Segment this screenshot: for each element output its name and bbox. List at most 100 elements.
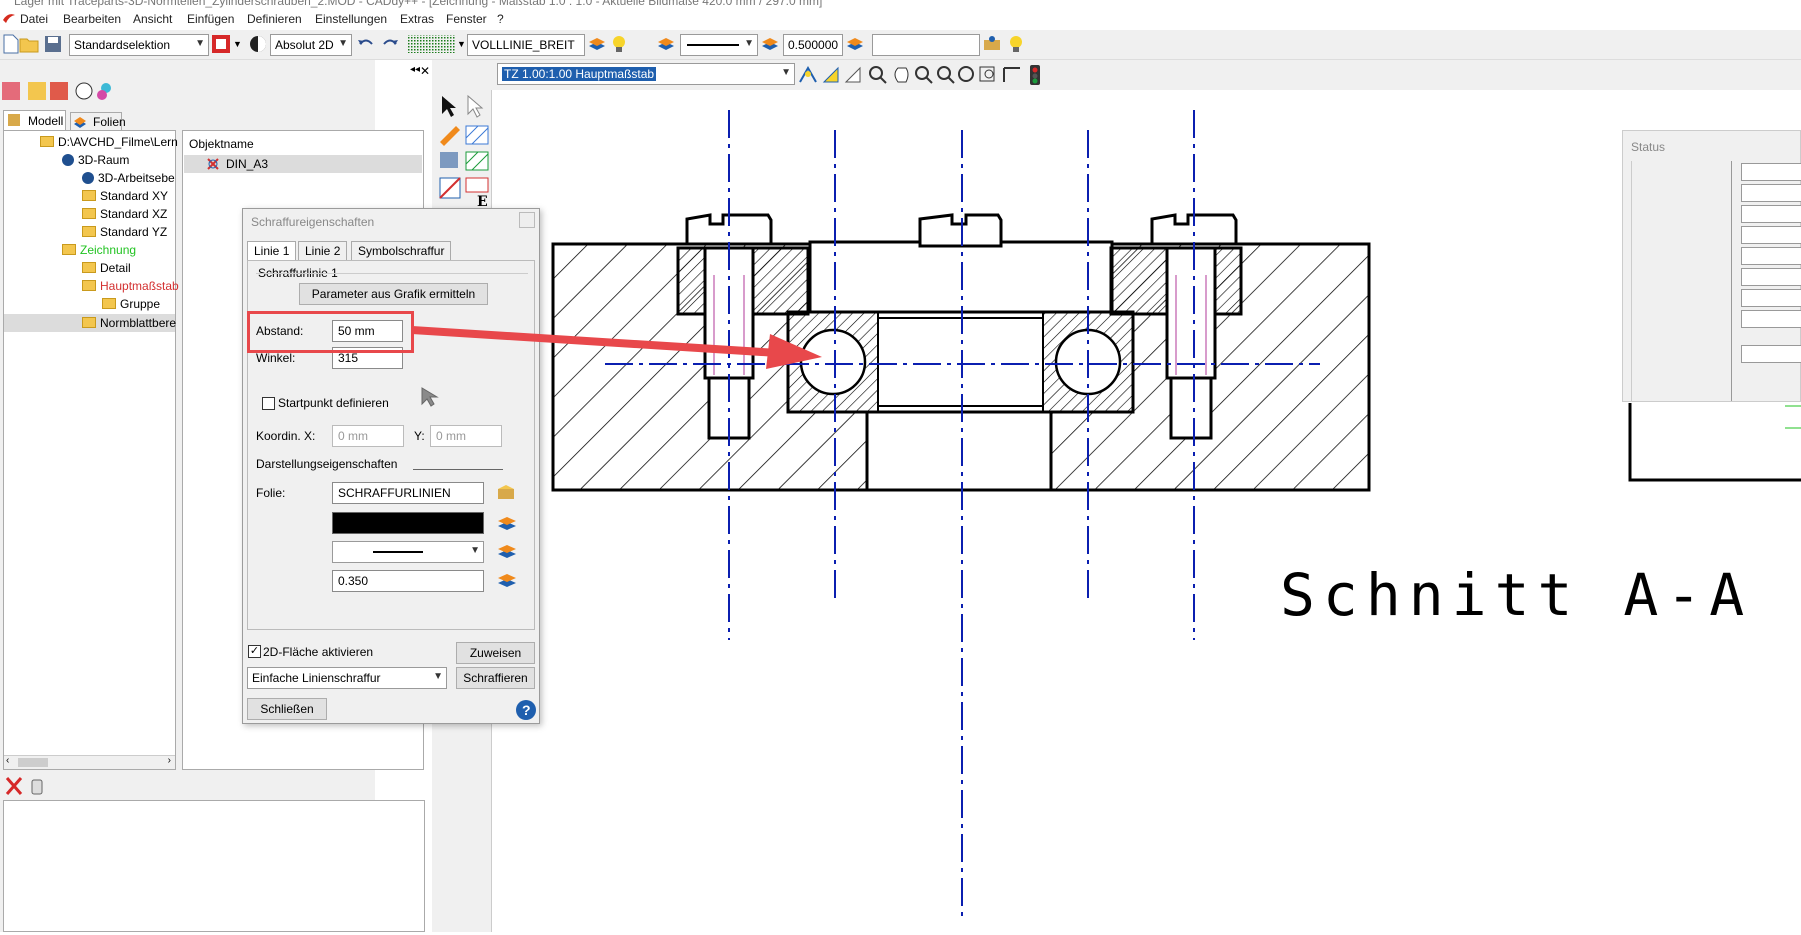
- menu-bearbeiten[interactable]: Bearbeiten: [63, 12, 121, 26]
- tab-linie-2[interactable]: Linie 2: [298, 241, 348, 261]
- close-button[interactable]: Schließen: [247, 698, 327, 720]
- menu-definieren[interactable]: Definieren: [247, 12, 302, 26]
- layer-icon[interactable]: [496, 513, 518, 533]
- coordinate-mode-select[interactable]: Absolut 2D ▼: [270, 34, 352, 56]
- view-tools: [799, 65, 1040, 85]
- divider: [256, 273, 528, 274]
- tab-modell[interactable]: Modell: [3, 110, 66, 130]
- folie-label: Folie:: [256, 486, 286, 500]
- tree-item-standard-xz[interactable]: Standard XZ: [82, 207, 167, 221]
- layer-icon[interactable]: [496, 570, 518, 590]
- line-width-field[interactable]: 0.500000: [783, 34, 843, 56]
- layer-manager-icon[interactable]: [982, 34, 1002, 54]
- status-fields: [1741, 163, 1801, 363]
- tab-folien[interactable]: Folien: [70, 112, 126, 130]
- text-edit-icon: E: [465, 177, 489, 210]
- zoom-extents-icon: [979, 66, 995, 82]
- scroll-right-icon[interactable]: ›: [168, 755, 171, 766]
- open-folder-icon[interactable]: [19, 34, 39, 54]
- startpunkt-label: Startpunkt definieren: [278, 396, 389, 410]
- menu-help[interactable]: ?: [497, 12, 504, 26]
- tree-item-gruppe[interactable]: Gruppe: [102, 297, 160, 311]
- layer-icon[interactable]: [496, 541, 518, 561]
- selection-mode-select[interactable]: Standardselektion ▼: [69, 34, 209, 56]
- horizontal-scrollbar[interactable]: ‹ ›: [4, 755, 175, 769]
- layer-icon: [74, 117, 86, 128]
- folder-icon: [82, 262, 96, 273]
- layer-icon[interactable]: [656, 34, 676, 54]
- drawing-sheet-icon: [207, 158, 219, 170]
- coordinate-icon[interactable]: [248, 34, 268, 54]
- status-field[interactable]: [1741, 345, 1801, 363]
- tree-item-standard-xy[interactable]: Standard XY: [82, 189, 168, 203]
- line-style-select[interactable]: ▼: [680, 34, 758, 56]
- koordin-x-input[interactable]: 0 mm: [332, 425, 404, 447]
- save-icon[interactable]: [43, 34, 63, 54]
- close-icon[interactable]: ✕: [420, 64, 430, 78]
- line-type-field[interactable]: VOLLLINIE_BREIT: [467, 34, 585, 56]
- select-rectangle-icon[interactable]: [211, 34, 231, 54]
- redo-icon[interactable]: [380, 34, 400, 54]
- line-style-select[interactable]: ▼: [332, 541, 484, 563]
- model-tree: D:\AVCHD_Filme\Lern 3D-Raum 3D-Arbeitseb…: [3, 130, 179, 770]
- startpunkt-checkbox[interactable]: [262, 397, 275, 410]
- chevron-down-icon[interactable]: ▼: [233, 39, 242, 49]
- menu-fenster[interactable]: Fenster: [446, 12, 487, 26]
- layer-icon[interactable]: [845, 34, 865, 54]
- menu-einstellungen[interactable]: Einstellungen: [315, 12, 387, 26]
- menu-einfuegen[interactable]: Einfügen: [187, 12, 234, 26]
- koordin-x-label: Koordin. X:: [256, 429, 316, 443]
- undo-icon[interactable]: [356, 34, 376, 54]
- window-titlebar: Lager mit Traceparts-3D-Normteilen_Zylin…: [0, 0, 1801, 8]
- dialog-close-button[interactable]: [519, 212, 535, 228]
- flaeche-checkbox[interactable]: ✓: [248, 645, 261, 658]
- menu-datei[interactable]: Datei: [20, 12, 48, 26]
- grid-origin-icon: [1003, 67, 1020, 82]
- tree-item-hauptmassstab[interactable]: Hauptmaßstab: [82, 279, 179, 293]
- lightbulb-icon[interactable]: [1006, 34, 1026, 54]
- layer-select-icon[interactable]: [496, 483, 518, 503]
- text-field[interactable]: [872, 34, 980, 56]
- tab-linie-1[interactable]: Linie 1: [247, 241, 297, 261]
- layer-icon[interactable]: [760, 34, 780, 54]
- status-title: Status: [1631, 140, 1666, 154]
- tree-item-detail[interactable]: Detail: [82, 261, 131, 275]
- schraffieren-button[interactable]: Schraffieren: [456, 667, 535, 689]
- help-icon[interactable]: ?: [515, 699, 537, 721]
- list-item[interactable]: DIN_A3: [184, 155, 422, 173]
- tree-item-standard-yz[interactable]: Standard YZ: [82, 225, 167, 239]
- layer-icon[interactable]: [587, 34, 607, 54]
- abstand-highlight: [247, 311, 414, 353]
- status-panel: Status: [1622, 130, 1801, 402]
- drawing-canvas[interactable]: Schnitt A-A: [494, 90, 1801, 932]
- pin-icon[interactable]: ◂◂: [410, 64, 420, 75]
- param-from-graphic-button[interactable]: Parameter aus Grafik ermitteln: [299, 283, 488, 305]
- zuweisen-button[interactable]: Zuweisen: [456, 642, 535, 664]
- tree-item-zeichnung[interactable]: Zeichnung: [62, 243, 136, 257]
- tools-icon: [440, 152, 458, 168]
- line-width-input[interactable]: 0.350: [332, 570, 484, 592]
- lightbulb-icon[interactable]: [609, 34, 629, 54]
- color-field[interactable]: [332, 512, 484, 534]
- menu-extras[interactable]: Extras: [400, 12, 434, 26]
- scroll-left-icon[interactable]: ‹: [6, 755, 9, 766]
- hatch-pattern-select[interactable]: Einfache Linienschraffur ▼: [247, 667, 447, 689]
- y-input[interactable]: 0 mm: [430, 425, 502, 447]
- tree-item-3d-arbeitsebene[interactable]: 3D-Arbeitsebe: [82, 171, 175, 185]
- status-divider: [1731, 161, 1732, 401]
- tree-item-root[interactable]: D:\AVCHD_Filme\Lern: [40, 135, 178, 149]
- folder-icon: [40, 136, 54, 147]
- tab-symbolschraffur[interactable]: Symbolschraffur: [351, 241, 452, 261]
- zoom-all-icon: [958, 66, 974, 82]
- scrollbar-thumb[interactable]: [18, 758, 48, 767]
- new-file-icon[interactable]: [1, 34, 21, 54]
- tree-item-3d-raum[interactable]: 3D-Raum: [62, 153, 129, 167]
- menu-ansicht[interactable]: Ansicht: [133, 12, 172, 26]
- grid-icon[interactable]: ▼: [408, 34, 464, 54]
- hatch-properties-dialog: Schraffureigenschaften Linie 1 Linie 2 S…: [242, 208, 540, 724]
- folie-input[interactable]: SCHRAFFURLINIEN: [332, 482, 484, 504]
- tree-item-normblattbereich[interactable]: Normblattbere: [4, 314, 176, 332]
- scale-select[interactable]: TZ 1.00:1.00 Hauptmaßstab ▼: [497, 63, 795, 85]
- chevron-down-icon: ▼: [195, 38, 205, 49]
- pencil-icon: [440, 126, 460, 146]
